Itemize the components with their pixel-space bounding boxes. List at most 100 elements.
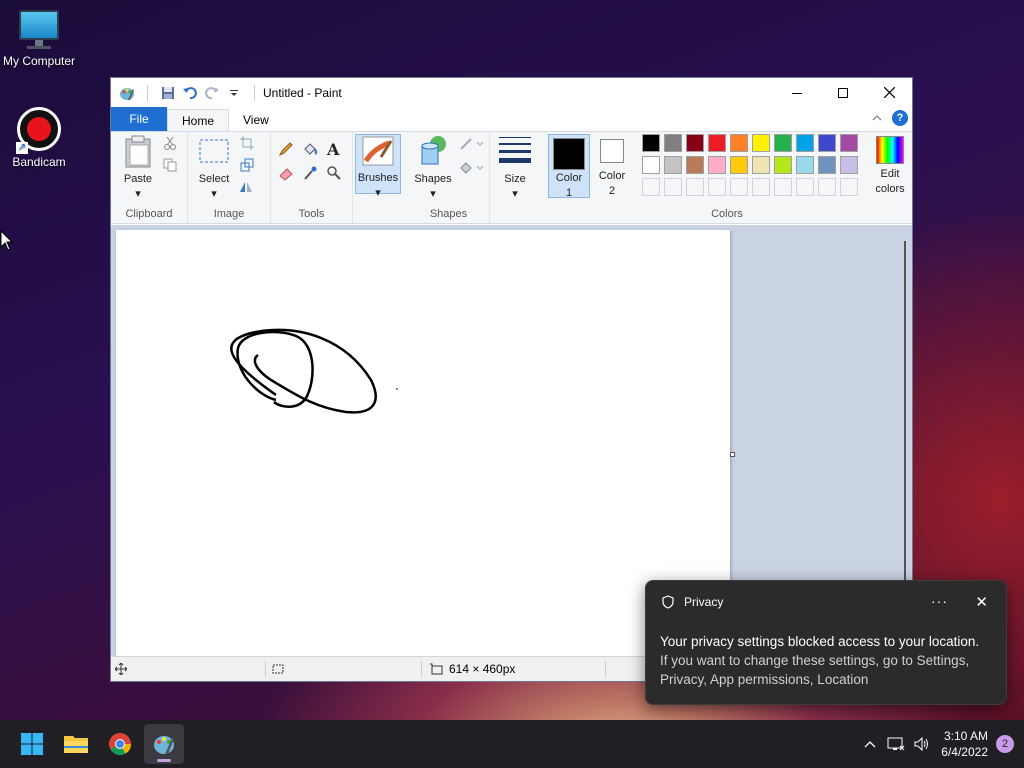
eraser-icon[interactable]: [277, 164, 295, 182]
color-swatch[interactable]: [752, 178, 770, 196]
tab-home[interactable]: Home: [167, 109, 230, 131]
color-swatch[interactable]: [730, 134, 748, 152]
color-swatch[interactable]: [774, 134, 792, 152]
more-options-icon[interactable]: ···: [931, 593, 948, 609]
shapes-group: Shapes ▾ Shapes: [408, 132, 490, 223]
color-swatch[interactable]: [708, 156, 726, 174]
color-swatch[interactable]: [752, 134, 770, 152]
color-swatch[interactable]: [686, 178, 704, 196]
color-swatch[interactable]: [664, 134, 682, 152]
privacy-notification[interactable]: Privacy ··· ✕ Your privacy settings bloc…: [645, 580, 1007, 705]
color-swatch[interactable]: [730, 156, 748, 174]
color-swatch[interactable]: [642, 134, 660, 152]
help-icon[interactable]: ?: [892, 110, 908, 126]
save-icon[interactable]: [160, 85, 176, 101]
chevron-up-icon[interactable]: [857, 740, 883, 748]
notification-close-icon[interactable]: ✕: [975, 593, 988, 611]
color-swatch[interactable]: [686, 134, 704, 152]
color-swatch[interactable]: [796, 178, 814, 196]
paint-taskbar-button[interactable]: [144, 724, 184, 764]
ribbon-tabs: File Home View ?: [111, 107, 912, 131]
canvas-resize-handle[interactable]: [730, 452, 735, 457]
color-swatch[interactable]: [796, 134, 814, 152]
minimize-button[interactable]: [774, 78, 820, 107]
chrome-button[interactable]: [100, 724, 140, 764]
taskbar: 3:10 AM 6/4/2022 2: [0, 720, 1024, 768]
color-swatch[interactable]: [708, 178, 726, 196]
resize-icon[interactable]: [238, 156, 256, 174]
redo-icon[interactable]: [204, 85, 220, 101]
brushes-button[interactable]: Brushes ▾: [355, 134, 401, 199]
color-swatch[interactable]: [642, 178, 660, 196]
drawing-canvas[interactable]: [116, 230, 730, 657]
cursor-position: [115, 657, 127, 681]
tab-view[interactable]: View: [229, 109, 283, 131]
notification-message: Your privacy settings blocked access to …: [660, 634, 980, 649]
crop-icon[interactable]: [238, 134, 256, 152]
tab-file[interactable]: File: [111, 107, 167, 131]
color-swatch[interactable]: [840, 134, 858, 152]
color-swatch[interactable]: [664, 178, 682, 196]
notification-detail: If you want to change these settings, go…: [660, 653, 970, 687]
start-button[interactable]: [12, 724, 52, 764]
color-swatch[interactable]: [708, 134, 726, 152]
color-swatch[interactable]: [774, 156, 792, 174]
clipboard-icon: [125, 135, 151, 168]
color-swatch[interactable]: [774, 178, 792, 196]
canvas-dimensions: 614 × 460px: [449, 662, 516, 676]
color-swatch[interactable]: [818, 178, 836, 196]
color-swatch[interactable]: [642, 156, 660, 174]
customize-dropdown-icon[interactable]: [226, 85, 242, 101]
network-icon[interactable]: [883, 736, 909, 752]
color-swatch[interactable]: [840, 178, 858, 196]
color1-button[interactable]: Color 1: [548, 134, 590, 199]
color-swatch[interactable]: [840, 156, 858, 174]
mouse-cursor-icon: [0, 230, 14, 251]
title-bar: Untitled - Paint: [111, 78, 912, 107]
desktop-icon-my-computer[interactable]: My Computer: [0, 10, 84, 68]
undo-icon[interactable]: [182, 85, 198, 101]
folder-icon: [64, 736, 88, 753]
color1-swatch: [553, 138, 585, 170]
color-palette: [642, 134, 858, 196]
system-clock[interactable]: 3:10 AM 6/4/2022: [941, 728, 988, 760]
text-icon[interactable]: A: [325, 140, 343, 158]
color-swatch[interactable]: [686, 156, 704, 174]
color-swatch[interactable]: [752, 156, 770, 174]
color2-swatch: [600, 139, 624, 163]
file-explorer-button[interactable]: [56, 724, 96, 764]
paste-button[interactable]: Paste ▾: [119, 134, 157, 201]
fill-bucket-icon[interactable]: [301, 140, 319, 158]
magnifier-icon[interactable]: [325, 164, 343, 182]
close-button[interactable]: [866, 78, 912, 107]
brush-icon: [362, 136, 394, 166]
desktop-icon-bandicam[interactable]: ↗ Bandicam: [0, 107, 84, 169]
paint-icon: [154, 736, 174, 754]
svg-text:A: A: [326, 141, 340, 157]
volume-icon[interactable]: [909, 736, 935, 752]
color-swatch[interactable]: [796, 156, 814, 174]
color-swatch[interactable]: [664, 156, 682, 174]
edit-colors-button[interactable]: Edit colors: [870, 134, 910, 196]
select-button[interactable]: Select ▾: [194, 134, 234, 201]
size-button[interactable]: Size ▾: [496, 134, 534, 201]
color-picker-icon[interactable]: [301, 164, 319, 182]
copy-icon[interactable]: [161, 156, 179, 174]
rotate-icon[interactable]: [238, 178, 256, 196]
color2-button[interactable]: Color 2: [592, 134, 632, 198]
maximize-button[interactable]: [820, 78, 866, 107]
fill-icon[interactable]: [458, 158, 484, 176]
tools-group: A Tools: [271, 132, 353, 223]
notification-badge[interactable]: 2: [996, 735, 1014, 753]
collapse-ribbon-icon[interactable]: [872, 111, 882, 125]
outline-icon[interactable]: [458, 134, 484, 152]
selection-size: [271, 657, 285, 681]
color-swatch[interactable]: [730, 178, 748, 196]
group-label-clipboard: Clipboard: [125, 208, 173, 220]
line-size-icon: [499, 137, 531, 163]
color-swatch[interactable]: [818, 134, 836, 152]
cut-icon[interactable]: [161, 134, 179, 152]
shapes-button[interactable]: Shapes ▾: [412, 134, 454, 201]
pencil-icon[interactable]: [277, 140, 295, 158]
color-swatch[interactable]: [818, 156, 836, 174]
